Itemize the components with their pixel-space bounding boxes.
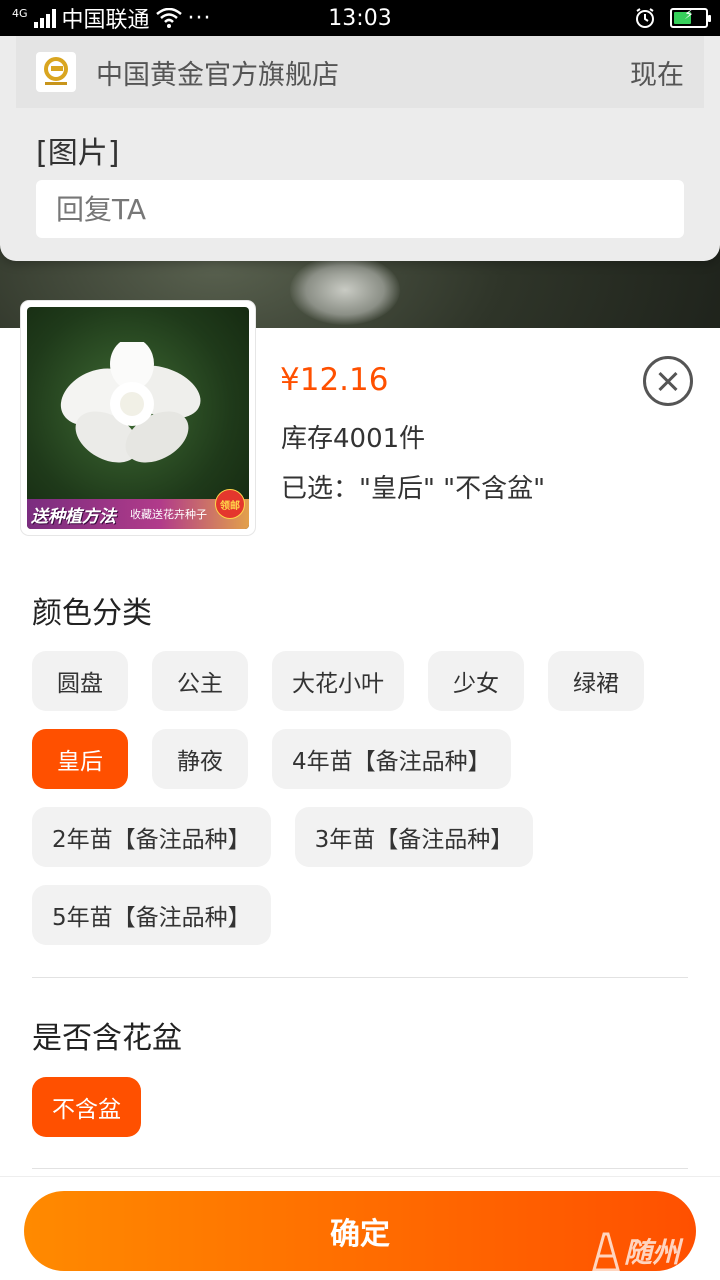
stock-count: 库存4001件 — [281, 424, 426, 454]
option-chip[interactable]: 不含盆 — [32, 1077, 141, 1137]
section-divider — [32, 977, 688, 978]
confirm-button[interactable]: 确定 — [24, 1191, 696, 1271]
option-chip[interactable]: 圆盘 — [32, 651, 128, 711]
notification-message: [图片] — [36, 136, 120, 171]
signal-icon — [33, 8, 56, 28]
gardenia-flower-image — [60, 342, 201, 463]
product-price: ¥12.16 — [280, 362, 389, 398]
notification-time: 现在 — [630, 59, 684, 91]
option-chip[interactable]: 公主 — [152, 651, 248, 711]
carrier-name: 中国联通 — [61, 8, 150, 33]
alarm-icon — [636, 8, 654, 28]
close-button[interactable] — [643, 356, 693, 406]
color-options: 圆盘 公主 大花小叶 少女 绿裙 皇后 静夜 4年苗【备注品种】 2年苗【备注品… — [32, 651, 692, 945]
option-chip[interactable]: 4年苗【备注品种】 — [272, 729, 511, 789]
option-chip[interactable]: 皇后 — [32, 729, 128, 789]
option-chip[interactable]: 3年苗【备注品种】 — [294, 807, 534, 867]
option-chip[interactable]: 5年苗【备注品种】 — [32, 885, 271, 945]
network-type: 4G — [12, 7, 28, 20]
pot-section-title: 是否含花盆 — [32, 1021, 182, 1056]
pot-options: 不含盆 — [32, 1077, 692, 1137]
wifi-icon — [155, 8, 182, 28]
status-bar: 4G 中国联通 ··· 13:03 ⚡ — [0, 0, 720, 36]
option-chip[interactable]: 大花小叶 — [272, 651, 404, 711]
option-chip[interactable]: 绿裙 — [548, 651, 644, 711]
battery-icon: ⚡ — [670, 7, 711, 28]
option-chip[interactable]: 少女 — [428, 651, 524, 711]
free-shipping-badge: 领邮 — [215, 489, 245, 519]
selected-summary: 已选："皇后" "不含盆" — [281, 474, 546, 504]
color-section-title: 颜色分类 — [32, 596, 152, 631]
option-chip[interactable]: 静夜 — [152, 729, 248, 789]
app-logo — [36, 52, 76, 92]
option-chip[interactable]: 2年苗【备注品种】 — [32, 807, 271, 867]
more-notifications-icon: ··· — [187, 5, 212, 31]
section-divider — [32, 1168, 688, 1169]
push-notification[interactable]: 中国黄金官方旗舰店 现在 [图片] — [0, 36, 720, 261]
reply-input[interactable] — [36, 180, 684, 238]
notification-app-name: 中国黄金官方旗舰店 — [96, 59, 339, 91]
backdrop-flower — [290, 255, 400, 325]
product-thumbnail[interactable]: 送种植方法 收藏送花卉种子 领邮 — [21, 301, 255, 535]
notification-header: 中国黄金官方旗舰店 现在 — [16, 36, 704, 108]
